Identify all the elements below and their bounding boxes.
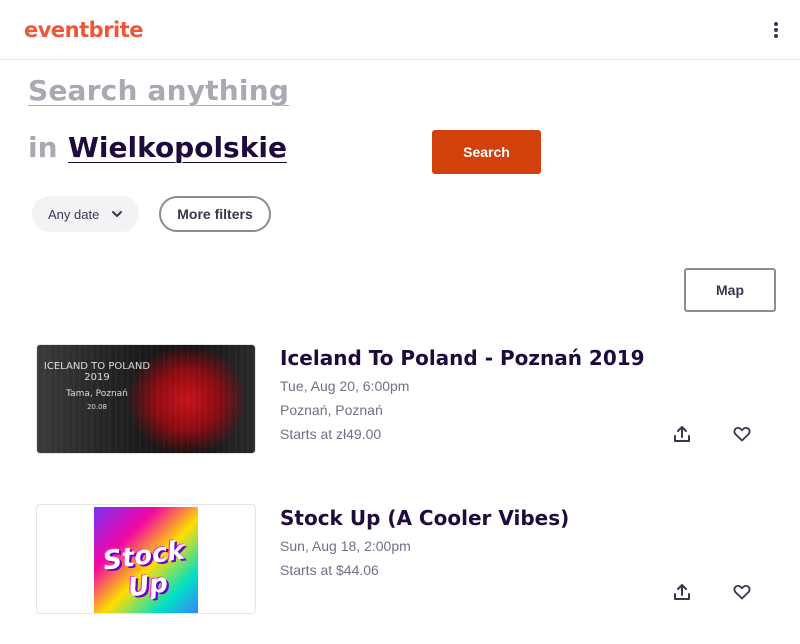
- in-label: in: [28, 131, 58, 164]
- event-location: Poznań, Poznań: [280, 402, 383, 418]
- chevron-down-icon: [112, 211, 122, 217]
- kebab-dot: [774, 22, 778, 26]
- event-image[interactable]: ICELAND TO POLAND 2019 Tama, Poznań 20.0…: [36, 344, 256, 454]
- heart-icon[interactable]: [730, 580, 754, 604]
- search-input[interactable]: Search anything: [28, 74, 289, 107]
- eventbrite-logo[interactable]: eventbrite: [24, 18, 144, 42]
- kebab-menu-icon[interactable]: [766, 20, 786, 40]
- map-button[interactable]: Map: [684, 268, 776, 312]
- share-icon[interactable]: [670, 422, 694, 446]
- location-input[interactable]: Wielkopolskie: [68, 131, 287, 164]
- event-price: Starts at zł49.00: [280, 426, 382, 442]
- search-button[interactable]: Search: [432, 130, 541, 174]
- heart-icon[interactable]: [730, 422, 754, 446]
- image-caption-title: ICELAND TO POLAND 2019: [43, 361, 151, 383]
- event-poster: Stock Up: [94, 507, 198, 613]
- event-card[interactable]: Stock Up Stock Up (A Cooler Vibes) Sun, …: [0, 504, 800, 644]
- event-price: Starts at $44.06: [280, 562, 379, 578]
- more-filters-button[interactable]: More filters: [159, 196, 271, 232]
- event-date: Tue, Aug 20, 6:00pm: [280, 378, 410, 394]
- kebab-dot: [774, 34, 778, 38]
- top-header: eventbrite: [0, 0, 800, 60]
- kebab-dot: [774, 28, 778, 32]
- event-title[interactable]: Iceland To Poland - Poznań 2019: [280, 346, 645, 370]
- share-icon[interactable]: [670, 580, 694, 604]
- image-caption-date: 20.08: [86, 403, 108, 411]
- event-date: Sun, Aug 18, 2:00pm: [280, 538, 411, 554]
- event-card[interactable]: ICELAND TO POLAND 2019 Tama, Poznań 20.0…: [0, 344, 800, 484]
- date-filter-dropdown[interactable]: Any date: [32, 196, 139, 232]
- date-filter-label: Any date: [48, 206, 100, 222]
- event-image[interactable]: Stock Up: [36, 504, 256, 614]
- image-caption-venue: Tama, Poznań: [66, 389, 128, 399]
- poster-title: Stock Up: [101, 535, 187, 604]
- event-title[interactable]: Stock Up (A Cooler Vibes): [280, 506, 569, 530]
